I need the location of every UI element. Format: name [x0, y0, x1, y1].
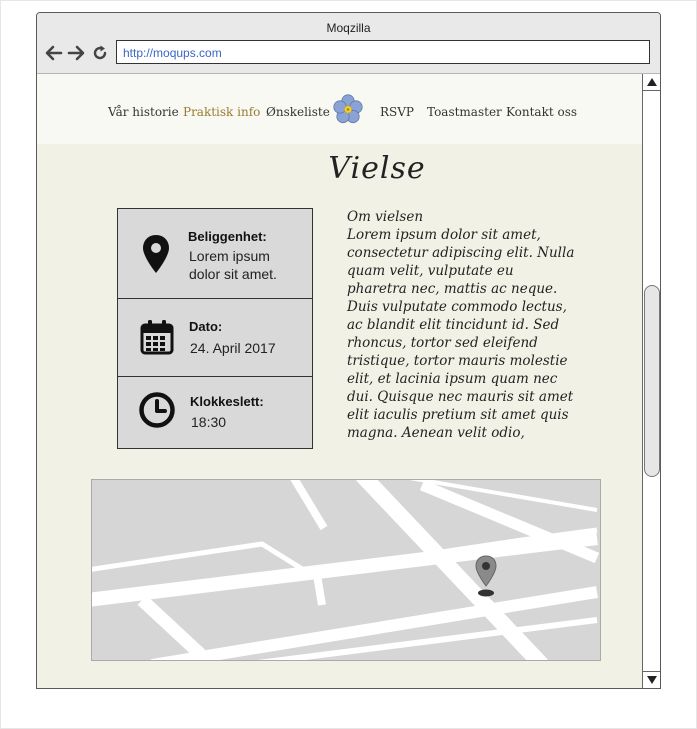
scroll-down-arrow-icon[interactable] [643, 671, 661, 688]
window-title: Moqzilla [326, 21, 371, 35]
time-value: 18:30 [191, 414, 227, 430]
map-pin-icon [143, 235, 169, 273]
map[interactable] [91, 479, 601, 661]
page-title: Vielse [328, 151, 426, 186]
location-value: Lorem ipsum dolor sit amet. [189, 248, 277, 282]
map-streets [92, 480, 600, 660]
nav-item-toastmaster[interactable]: Toastmaster [427, 105, 502, 119]
browser-window: Moqzilla http://moqups.com Vår historie … [36, 12, 661, 689]
location-card: Beliggenhet: Lorem ipsum dolor sit amet. [117, 208, 313, 299]
date-value: 24. April 2017 [190, 340, 276, 356]
map-marker-icon[interactable] [474, 555, 498, 597]
about-text: Lorem ipsum dolor sit amet, consectetur … [347, 227, 575, 441]
vertical-scrollbar[interactable] [642, 74, 661, 688]
about-title: Om vielsen [347, 209, 424, 225]
calendar-icon [140, 320, 174, 355]
nav-item-praktisk-info[interactable]: Praktisk info [183, 105, 260, 119]
arrow-right-icon[interactable] [67, 44, 85, 62]
arrow-left-icon[interactable] [45, 44, 63, 62]
scroll-up-arrow-icon[interactable] [643, 74, 661, 91]
nav-item-rsvp[interactable]: RSVP [380, 105, 414, 119]
scroll-thumb[interactable] [644, 285, 660, 477]
nav-item-var-historie[interactable]: Vår historie [108, 105, 179, 119]
url-field[interactable]: http://moqups.com [116, 40, 650, 64]
nav-item-kontakt-oss[interactable]: Kontakt oss [506, 105, 577, 119]
time-card: Klokkeslett: 18:30 [117, 376, 313, 449]
time-label: Klokkeslett: [190, 394, 264, 409]
date-label: Dato: [189, 319, 223, 334]
about-section: Om vielsen Lorem ipsum dolor sit amet, c… [347, 208, 577, 442]
nav-item-onskeliste[interactable]: Ønskeliste [266, 105, 330, 119]
browser-toolbar: Moqzilla http://moqups.com [37, 13, 660, 74]
flower-icon [333, 94, 363, 124]
date-card: Dato: 24. April 2017 [117, 298, 313, 378]
clock-icon [139, 392, 175, 428]
reload-icon[interactable] [91, 44, 109, 62]
location-label: Beliggenhet: [188, 229, 267, 244]
